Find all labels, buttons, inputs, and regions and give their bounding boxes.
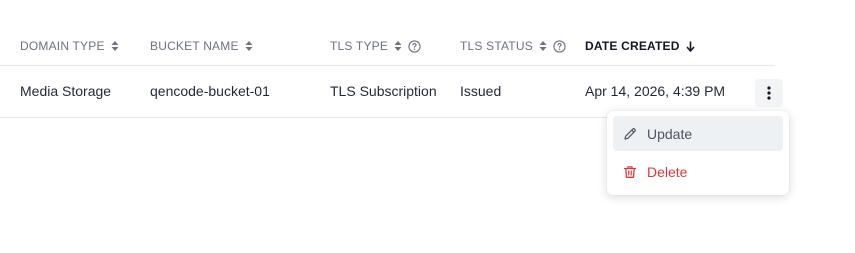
- cell-tls-status: Issued: [460, 83, 502, 99]
- column-header-bucket-name[interactable]: BUCKET NAME: [150, 39, 253, 53]
- column-header-tls-status[interactable]: TLS STATUS: [460, 39, 566, 53]
- trash-icon: [623, 165, 637, 178]
- cell-bucket-name: qencode-bucket-01: [150, 83, 270, 99]
- column-header-label: TLS STATUS: [460, 39, 533, 53]
- sort-icon[interactable]: [394, 40, 402, 52]
- question-circle-icon[interactable]: [408, 39, 421, 53]
- menu-item-update[interactable]: Update: [613, 116, 783, 151]
- domains-table: DOMAIN TYPE BUCKET NAME TLS TYPE TLS STA…: [0, 26, 783, 118]
- column-header-label: DOMAIN TYPE: [20, 39, 105, 53]
- column-header-label: DATE CREATED: [585, 39, 680, 53]
- table-header: DOMAIN TYPE BUCKET NAME TLS TYPE TLS STA…: [0, 26, 775, 66]
- menu-item-delete[interactable]: Delete: [613, 154, 783, 189]
- question-circle-icon[interactable]: [553, 39, 566, 53]
- menu-item-label: Delete: [647, 163, 688, 180]
- pencil-icon: [624, 127, 636, 140]
- cell-date-created: Apr 14, 2026, 4:39 PM: [585, 83, 726, 99]
- more-vertical-icon: [767, 86, 771, 100]
- row-actions-button[interactable]: [755, 79, 783, 107]
- cell-tls-type: TLS Subscription: [330, 83, 437, 99]
- column-header-label: TLS TYPE: [330, 39, 389, 53]
- sort-icon[interactable]: [539, 40, 547, 52]
- menu-item-label: Update: [647, 125, 693, 142]
- column-header-label: BUCKET NAME: [150, 39, 239, 53]
- row-actions-menu: Update Delete: [607, 111, 789, 195]
- column-header-domain-type[interactable]: DOMAIN TYPE: [20, 39, 119, 53]
- sort-icon[interactable]: [111, 40, 119, 52]
- column-header-tls-type[interactable]: TLS TYPE: [330, 39, 421, 53]
- column-header-date-created[interactable]: DATE CREATED: [585, 39, 695, 53]
- arrow-down-icon[interactable]: [686, 41, 695, 52]
- cell-domain-type: Media Storage: [20, 83, 112, 99]
- sort-icon[interactable]: [245, 40, 253, 52]
